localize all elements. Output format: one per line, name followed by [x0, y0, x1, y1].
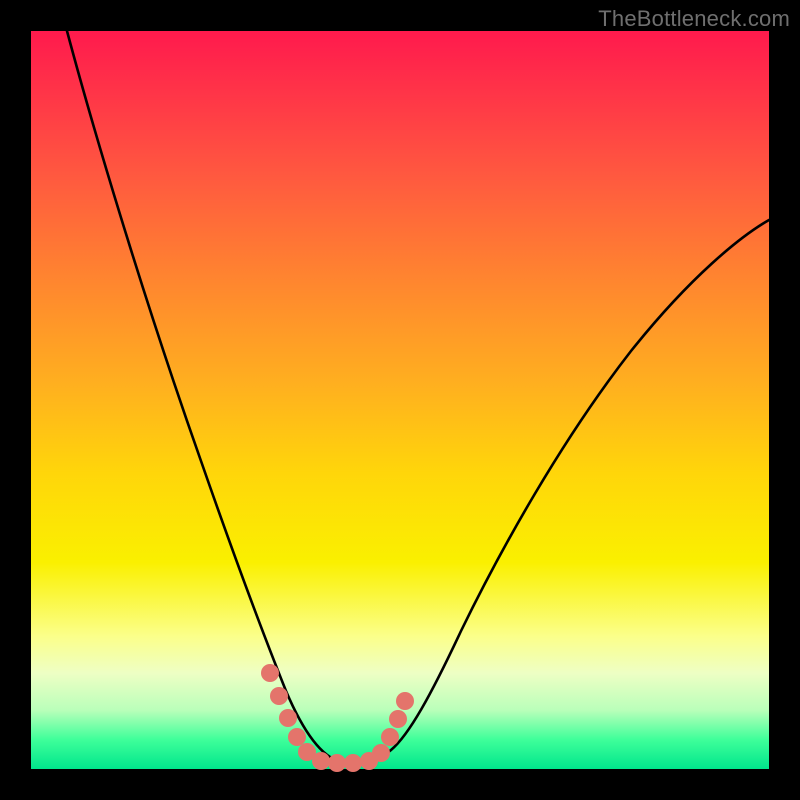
- chart-plot-area: [31, 31, 769, 769]
- watermark-text: TheBottleneck.com: [598, 6, 790, 32]
- chart-svg: [31, 31, 769, 769]
- bottleneck-curve: [67, 31, 769, 764]
- optimal-range-dots: [261, 664, 414, 772]
- chart-frame: TheBottleneck.com: [0, 0, 800, 800]
